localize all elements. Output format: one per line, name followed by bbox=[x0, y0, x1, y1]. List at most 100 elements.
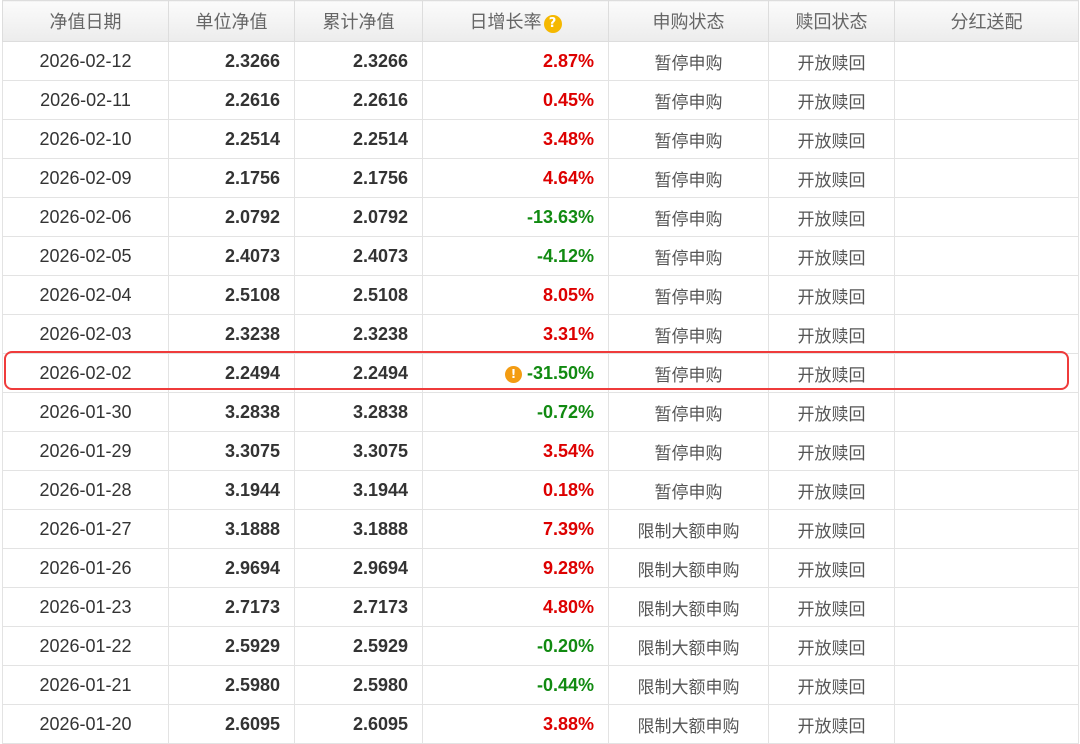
cell-date: 2026-01-27 bbox=[2, 509, 169, 549]
cell-acc-nav: 3.1944 bbox=[294, 470, 423, 510]
growth-value: 3.48% bbox=[542, 128, 594, 149]
cell-date: 2026-02-09 bbox=[2, 158, 169, 198]
cell-redeem-status: 开放赎回 bbox=[768, 470, 895, 510]
cell-date: 2026-02-03 bbox=[2, 314, 169, 354]
table-row: 2026-01-29 3.3075 3.3075 3.54% 暂停申购 开放赎回 bbox=[2, 431, 1079, 471]
header-date: 净值日期 bbox=[2, 0, 169, 42]
growth-value: 4.80% bbox=[542, 596, 594, 617]
cell-redeem-status: 开放赎回 bbox=[768, 80, 895, 120]
cell-date: 2026-02-06 bbox=[2, 197, 169, 237]
header-acc-nav: 累计净值 bbox=[294, 0, 423, 42]
cell-dividend bbox=[894, 158, 1079, 198]
cell-dividend bbox=[894, 587, 1079, 627]
growth-value: 4.64% bbox=[542, 167, 594, 188]
growth-value: -31.50% bbox=[526, 362, 594, 383]
cell-daily-growth: 3.31% bbox=[422, 314, 609, 354]
cell-dividend bbox=[894, 509, 1079, 549]
cell-dividend bbox=[894, 470, 1079, 510]
cell-dividend bbox=[894, 626, 1079, 666]
cell-dividend bbox=[894, 236, 1079, 276]
cell-daily-growth: -13.63% bbox=[422, 197, 609, 237]
cell-purchase-status: 暂停申购 bbox=[608, 158, 769, 198]
cell-unit-nav: 2.6095 bbox=[168, 704, 295, 744]
cell-date: 2026-01-21 bbox=[2, 665, 169, 705]
cell-acc-nav: 2.5929 bbox=[294, 626, 423, 666]
header-redeem-status: 赎回状态 bbox=[768, 0, 895, 42]
cell-daily-growth: 0.45% bbox=[422, 80, 609, 120]
cell-purchase-status: 限制大额申购 bbox=[608, 548, 769, 588]
header-daily-growth: 日增长率? bbox=[422, 0, 609, 42]
cell-unit-nav: 2.5980 bbox=[168, 665, 295, 705]
cell-daily-growth: 3.48% bbox=[422, 119, 609, 159]
info-icon[interactable]: ! bbox=[504, 365, 522, 383]
cell-dividend bbox=[894, 197, 1079, 237]
cell-redeem-status: 开放赎回 bbox=[768, 626, 895, 666]
question-icon[interactable]: ? bbox=[543, 15, 562, 33]
cell-dividend bbox=[894, 548, 1079, 588]
cell-unit-nav: 2.3238 bbox=[168, 314, 295, 354]
growth-value: -0.44% bbox=[536, 674, 594, 695]
cell-date: 2026-02-04 bbox=[2, 275, 169, 315]
nav-history-panel: 净值日期 单位净值 累计净值 日增长率? 申购状态 赎回状态 分红送配 2026… bbox=[0, 0, 1080, 744]
header-unit-nav: 单位净值 bbox=[168, 0, 295, 42]
cell-dividend bbox=[894, 431, 1079, 471]
cell-redeem-status: 开放赎回 bbox=[768, 509, 895, 549]
growth-value: 3.88% bbox=[542, 713, 594, 734]
table-row: 2026-02-03 2.3238 2.3238 3.31% 暂停申购 开放赎回 bbox=[2, 314, 1079, 354]
table-row: 2026-02-11 2.2616 2.2616 0.45% 暂停申购 开放赎回 bbox=[2, 80, 1079, 120]
growth-value: 3.31% bbox=[542, 323, 594, 344]
cell-acc-nav: 3.2838 bbox=[294, 392, 423, 432]
growth-value: -0.72% bbox=[536, 401, 594, 422]
cell-daily-growth: 0.18% bbox=[422, 470, 609, 510]
growth-value: 0.45% bbox=[542, 89, 594, 110]
cell-date: 2026-02-12 bbox=[2, 41, 169, 81]
cell-purchase-status: 暂停申购 bbox=[608, 236, 769, 276]
table-row: 2026-02-04 2.5108 2.5108 8.05% 暂停申购 开放赎回 bbox=[2, 275, 1079, 315]
cell-acc-nav: 2.3238 bbox=[294, 314, 423, 354]
cell-date: 2026-01-30 bbox=[2, 392, 169, 432]
cell-acc-nav: 2.9694 bbox=[294, 548, 423, 588]
table-row: 2026-02-02 2.2494 2.2494! -31.50% 暂停申购 开放赎回 bbox=[2, 353, 1079, 393]
cell-daily-growth: 7.39% bbox=[422, 509, 609, 549]
cell-dividend bbox=[894, 704, 1079, 744]
nav-history-table: 净值日期 单位净值 累计净值 日增长率? 申购状态 赎回状态 分红送配 2026… bbox=[2, 0, 1079, 744]
table-row: 2026-01-26 2.9694 2.9694 9.28% 限制大额申购 开放赎回 bbox=[2, 548, 1079, 588]
cell-purchase-status: 限制大额申购 bbox=[608, 665, 769, 705]
cell-redeem-status: 开放赎回 bbox=[768, 548, 895, 588]
cell-unit-nav: 2.0792 bbox=[168, 197, 295, 237]
cell-acc-nav: 2.2616 bbox=[294, 80, 423, 120]
cell-unit-nav: 2.7173 bbox=[168, 587, 295, 627]
table-row: 2026-02-10 2.2514 2.2514 3.48% 暂停申购 开放赎回 bbox=[2, 119, 1079, 159]
cell-redeem-status: 开放赎回 bbox=[768, 41, 895, 81]
cell-daily-growth: 3.88% bbox=[422, 704, 609, 744]
cell-unit-nav: 2.3266 bbox=[168, 41, 295, 81]
cell-dividend bbox=[894, 80, 1079, 120]
cell-purchase-status: 暂停申购 bbox=[608, 197, 769, 237]
cell-daily-growth: 9.28% bbox=[422, 548, 609, 588]
cell-purchase-status: 暂停申购 bbox=[608, 119, 769, 159]
table-row: 2026-02-05 2.4073 2.4073 -4.12% 暂停申购 开放赎回 bbox=[2, 236, 1079, 276]
cell-unit-nav: 2.5929 bbox=[168, 626, 295, 666]
cell-purchase-status: 暂停申购 bbox=[608, 431, 769, 471]
cell-date: 2026-02-02 bbox=[2, 353, 169, 393]
cell-date: 2026-01-23 bbox=[2, 587, 169, 627]
cell-redeem-status: 开放赎回 bbox=[768, 431, 895, 471]
cell-date: 2026-02-05 bbox=[2, 236, 169, 276]
cell-dividend bbox=[894, 119, 1079, 159]
cell-redeem-status: 开放赎回 bbox=[768, 119, 895, 159]
growth-value: 7.39% bbox=[542, 518, 594, 539]
cell-purchase-status: 暂停申购 bbox=[608, 41, 769, 81]
cell-purchase-status: 暂停申购 bbox=[608, 392, 769, 432]
cell-purchase-status: 暂停申购 bbox=[608, 470, 769, 510]
cell-redeem-status: 开放赎回 bbox=[768, 704, 895, 744]
cell-acc-nav: 2.2494 bbox=[294, 353, 423, 393]
cell-date: 2026-01-26 bbox=[2, 548, 169, 588]
cell-date: 2026-02-11 bbox=[2, 80, 169, 120]
cell-dividend bbox=[894, 275, 1079, 315]
cell-daily-growth: -0.44% bbox=[422, 665, 609, 705]
cell-acc-nav: 3.1888 bbox=[294, 509, 423, 549]
table-row: 2026-01-20 2.6095 2.6095 3.88% 限制大额申购 开放赎回 bbox=[2, 704, 1079, 744]
cell-date: 2026-01-22 bbox=[2, 626, 169, 666]
cell-dividend bbox=[894, 41, 1079, 81]
cell-redeem-status: 开放赎回 bbox=[768, 197, 895, 237]
